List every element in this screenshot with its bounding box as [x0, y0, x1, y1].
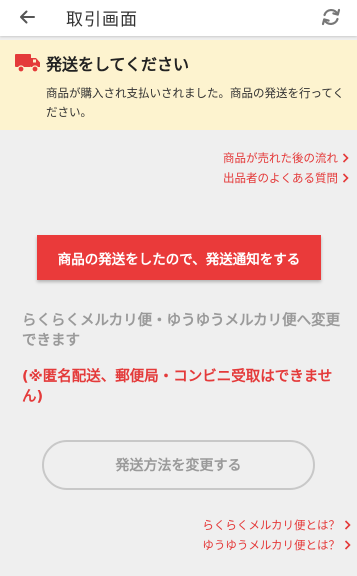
page-title: 取引画面 — [66, 10, 138, 30]
chevron-right-icon — [344, 520, 351, 530]
help-link-label: 商品が売れた後の流れ — [223, 151, 338, 165]
chevron-right-icon — [344, 540, 351, 550]
arrow-left-icon — [20, 10, 35, 24]
chevron-right-icon — [342, 153, 349, 163]
rakuraku-mercari-link[interactable]: らくらくメルカリ便とは？ — [202, 517, 351, 533]
notice-heading: 発送をしてください — [46, 55, 190, 74]
back-button[interactable] — [14, 4, 40, 30]
app-bar: 取引画面 — [0, 0, 357, 36]
shipping-method-info: らくらくメルカリ便・ゆうゆうメルカリ便へ変更できます — [22, 313, 341, 349]
change-shipping-method-button[interactable]: 発送方法を変更する — [42, 440, 315, 490]
truck-icon — [14, 52, 42, 78]
shipping-link-label: ゆうゆうメルカリ便とは？ — [202, 538, 340, 552]
yuyu-mercari-link[interactable]: ゆうゆうメルカリ便とは？ — [202, 537, 351, 553]
refresh-button[interactable] — [317, 3, 345, 31]
send-shipping-notification-button[interactable]: 商品の発送をしたので、発送通知をする — [37, 235, 321, 280]
help-link-label: 出品者のよくある質問 — [223, 171, 338, 185]
help-link-seller-faq[interactable]: 出品者のよくある質問 — [223, 170, 349, 186]
shipping-link-label: らくらくメルカリ便とは？ — [202, 518, 340, 532]
shipping-notice: 発送をしてください 商品が購入され支払いされました。商品の発送を行ってください。 — [0, 40, 357, 130]
chevron-right-icon — [342, 173, 349, 183]
help-link-after-sold[interactable]: 商品が売れた後の流れ — [223, 150, 349, 166]
notice-body: 商品が購入され支払いされました。商品の発送を行ってください。 — [46, 86, 345, 119]
shipping-warning: (※匿名配送、郵便局・コンビニ受取はできません) — [22, 369, 333, 405]
refresh-icon — [321, 8, 341, 26]
